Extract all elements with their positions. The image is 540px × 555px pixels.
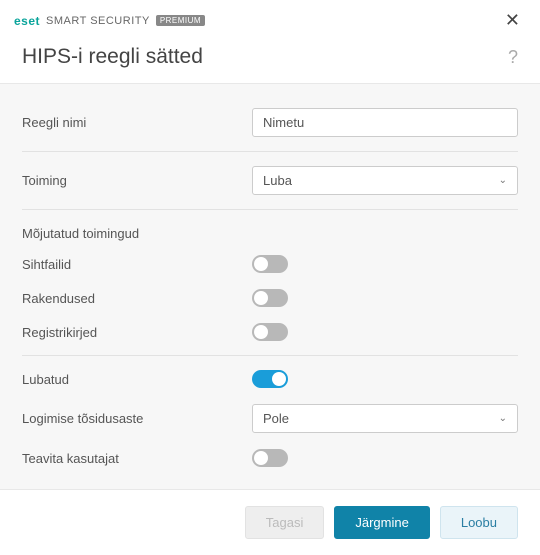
logging-selected-value: Pole: [263, 411, 289, 426]
notify-user-toggle[interactable]: [252, 449, 288, 467]
action-selected-value: Luba: [263, 173, 292, 188]
chevron-down-icon: ⌄: [499, 175, 507, 186]
page-title: HIPS-i reegli sätted: [22, 45, 203, 69]
logging-select[interactable]: Pole ⌄: [252, 404, 518, 433]
target-files-label: Sihtfailid: [22, 257, 252, 272]
next-button[interactable]: Järgmine: [334, 506, 429, 539]
back-button: Tagasi: [245, 506, 325, 539]
action-label: Toiming: [22, 173, 252, 188]
registry-toggle[interactable]: [252, 323, 288, 341]
logging-label: Logimise tõsidusaste: [22, 411, 252, 426]
close-icon[interactable]: ✕: [499, 8, 526, 33]
chevron-down-icon: ⌄: [499, 413, 507, 424]
enabled-label: Lubatud: [22, 372, 252, 387]
premium-badge: PREMIUM: [156, 15, 205, 26]
action-select[interactable]: Luba ⌄: [252, 166, 518, 195]
rule-name-input[interactable]: [252, 108, 518, 137]
applications-toggle[interactable]: [252, 289, 288, 307]
registry-label: Registrikirjed: [22, 325, 252, 340]
affected-ops-heading: Mõjutatud toimingud: [22, 216, 518, 247]
applications-label: Rakendused: [22, 291, 252, 306]
notify-user-label: Teavita kasutajat: [22, 451, 252, 466]
brand-area: eset SMART SECURITY PREMIUM: [14, 14, 205, 28]
brand-logo: eset: [14, 14, 40, 28]
brand-product: SMART SECURITY: [46, 15, 150, 27]
cancel-button[interactable]: Loobu: [440, 506, 518, 539]
help-icon[interactable]: ?: [508, 47, 518, 68]
rule-name-label: Reegli nimi: [22, 115, 252, 130]
target-files-toggle[interactable]: [252, 255, 288, 273]
enabled-toggle[interactable]: [252, 370, 288, 388]
